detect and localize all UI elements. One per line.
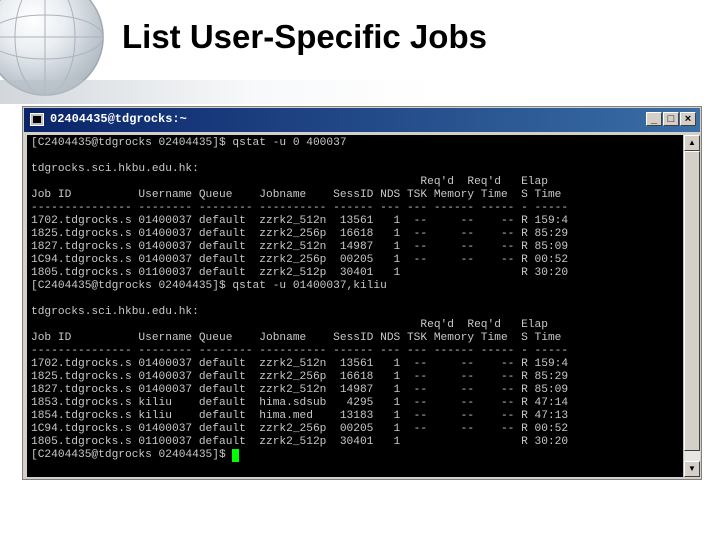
maximize-button[interactable]: □ <box>663 112 679 126</box>
terminal-line: 1854.tdgrocks.s kiliu default hima.med 1… <box>31 410 569 422</box>
terminal-line: Job ID Username Queue Jobname SessID NDS… <box>31 332 562 344</box>
terminal-line: 1C94.tdgrocks.s 01400037 default zzrk2_2… <box>31 254 569 266</box>
title-divider <box>0 80 720 104</box>
scroll-thumb[interactable] <box>684 151 700 451</box>
terminal-line: --------------- -------- -------- ------… <box>31 202 569 214</box>
terminal-line: --------------- -------- -------- ------… <box>31 345 569 357</box>
scroll-up-icon[interactable]: ▲ <box>684 135 700 151</box>
terminal-line: Req'd Req'd Elap <box>31 319 548 331</box>
terminal-line: 1805.tdgrocks.s 01100037 default zzrk2_5… <box>31 436 569 448</box>
slide-title: List User-Specific Jobs <box>122 18 487 55</box>
terminal-line: 1702.tdgrocks.s 01400037 default zzrk2_5… <box>31 215 569 227</box>
cursor-block <box>232 449 240 462</box>
terminal-line: 1805.tdgrocks.s 01100037 default zzrk2_5… <box>31 267 569 279</box>
terminal-line: 1827.tdgrocks.s 01400037 default zzrk2_5… <box>31 241 569 253</box>
terminal-line: 1827.tdgrocks.s 01400037 default zzrk2_5… <box>31 384 569 396</box>
vertical-scrollbar[interactable]: ▲ ▼ <box>683 135 700 477</box>
terminal-line: [C2404435@tdgrocks 02404435]$ qstat -u 0… <box>31 137 347 149</box>
terminal-text: [C2404435@tdgrocks 02404435]$ qstat -u 0… <box>31 137 568 462</box>
window-titlebar[interactable]: 02404435@tdgrocks:~ _ □ × <box>24 108 700 132</box>
terminal-window[interactable]: 02404435@tdgrocks:~ _ □ × [C2404435@tdgr… <box>22 106 702 480</box>
terminal-line: 1C94.tdgrocks.s 01400037 default zzrk2_2… <box>31 423 569 435</box>
close-button[interactable]: × <box>680 112 696 126</box>
terminal-line: 1702.tdgrocks.s 01400037 default zzrk2_5… <box>31 358 569 370</box>
terminal-output[interactable]: [C2404435@tdgrocks 02404435]$ qstat -u 0… <box>27 135 683 477</box>
terminal-line: tdgrocks.sci.hkbu.edu.hk: <box>31 163 199 175</box>
terminal-line: 1853.tdgrocks.s kiliu default hima.sdsub… <box>31 397 569 409</box>
terminal-line: Req'd Req'd Elap <box>31 176 548 188</box>
scroll-down-icon[interactable]: ▼ <box>684 461 700 477</box>
terminal-line: tdgrocks.sci.hkbu.edu.hk: <box>31 306 199 318</box>
terminal-line: 1825.tdgrocks.s 01400037 default zzrk2_2… <box>31 371 569 383</box>
terminal-line: Job ID Username Queue Jobname SessID NDS… <box>31 189 562 201</box>
terminal-line: [C2404435@tdgrocks 02404435]$ qstat -u 0… <box>31 280 387 292</box>
window-title: 02404435@tdgrocks:~ <box>50 112 187 126</box>
minimize-button[interactable]: _ <box>646 112 662 126</box>
terminal-line: [C2404435@tdgrocks 02404435]$ <box>31 449 233 461</box>
terminal-app-icon[interactable] <box>30 113 44 126</box>
terminal-line: 1825.tdgrocks.s 01400037 default zzrk2_2… <box>31 228 569 240</box>
